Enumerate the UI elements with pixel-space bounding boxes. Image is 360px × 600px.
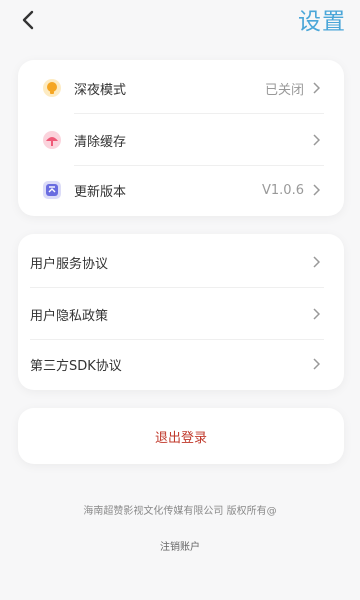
- user-service-agreement-label: 用户服务协议: [30, 256, 109, 272]
- chevron-right-icon: [312, 357, 322, 371]
- back-button[interactable]: [14, 6, 42, 34]
- row-user-service-agreement[interactable]: 用户服务协议: [18, 236, 344, 288]
- night-mode-status: 已关闭: [264, 82, 304, 98]
- page-title: 设置: [298, 9, 346, 35]
- third-party-sdk-label: 第三方SDK协议: [30, 358, 122, 374]
- back-arrow-icon[interactable]: [21, 10, 35, 30]
- row-third-party-sdk[interactable]: 第三方SDK协议: [18, 338, 344, 390]
- copyright-text: 海南超赞影视文化传媒有限公司 版权所有@: [83, 506, 277, 517]
- update-version-label: 更新版本: [74, 184, 127, 200]
- cancel-account-link[interactable]: 注销账户: [0, 538, 360, 553]
- logout-button[interactable]: 退出登录: [18, 408, 344, 464]
- chevron-right-icon: [312, 183, 322, 197]
- row-clear-cache[interactable]: 清除缓存: [18, 114, 344, 166]
- chevron-right-icon: [312, 307, 322, 321]
- logout-card: 退出登录: [18, 408, 344, 464]
- row-night-mode[interactable]: 深夜模式 已关闭: [18, 62, 344, 114]
- version-number: V1.0.6: [262, 182, 304, 198]
- privacy-policy-label: 用户隐私政策: [30, 308, 109, 324]
- update-icon: [42, 180, 62, 200]
- header: 设置: [0, 0, 360, 40]
- clear-cache-label: 清除缓存: [74, 134, 127, 150]
- night-mode-label: 深夜模式: [74, 82, 127, 98]
- lightbulb-icon: [42, 78, 62, 98]
- row-privacy-policy[interactable]: 用户隐私政策: [18, 288, 344, 340]
- chevron-right-icon: [312, 81, 322, 95]
- settings-group-1: 深夜模式 已关闭 清除缓存 更新版本 V1.0.6: [18, 60, 344, 216]
- broom-icon: [42, 130, 62, 150]
- row-update-version[interactable]: 更新版本 V1.0.6: [18, 164, 344, 216]
- chevron-right-icon: [312, 255, 322, 269]
- settings-group-2: 用户服务协议 用户隐私政策 第三方SDK协议: [18, 234, 344, 390]
- chevron-right-icon: [312, 133, 322, 147]
